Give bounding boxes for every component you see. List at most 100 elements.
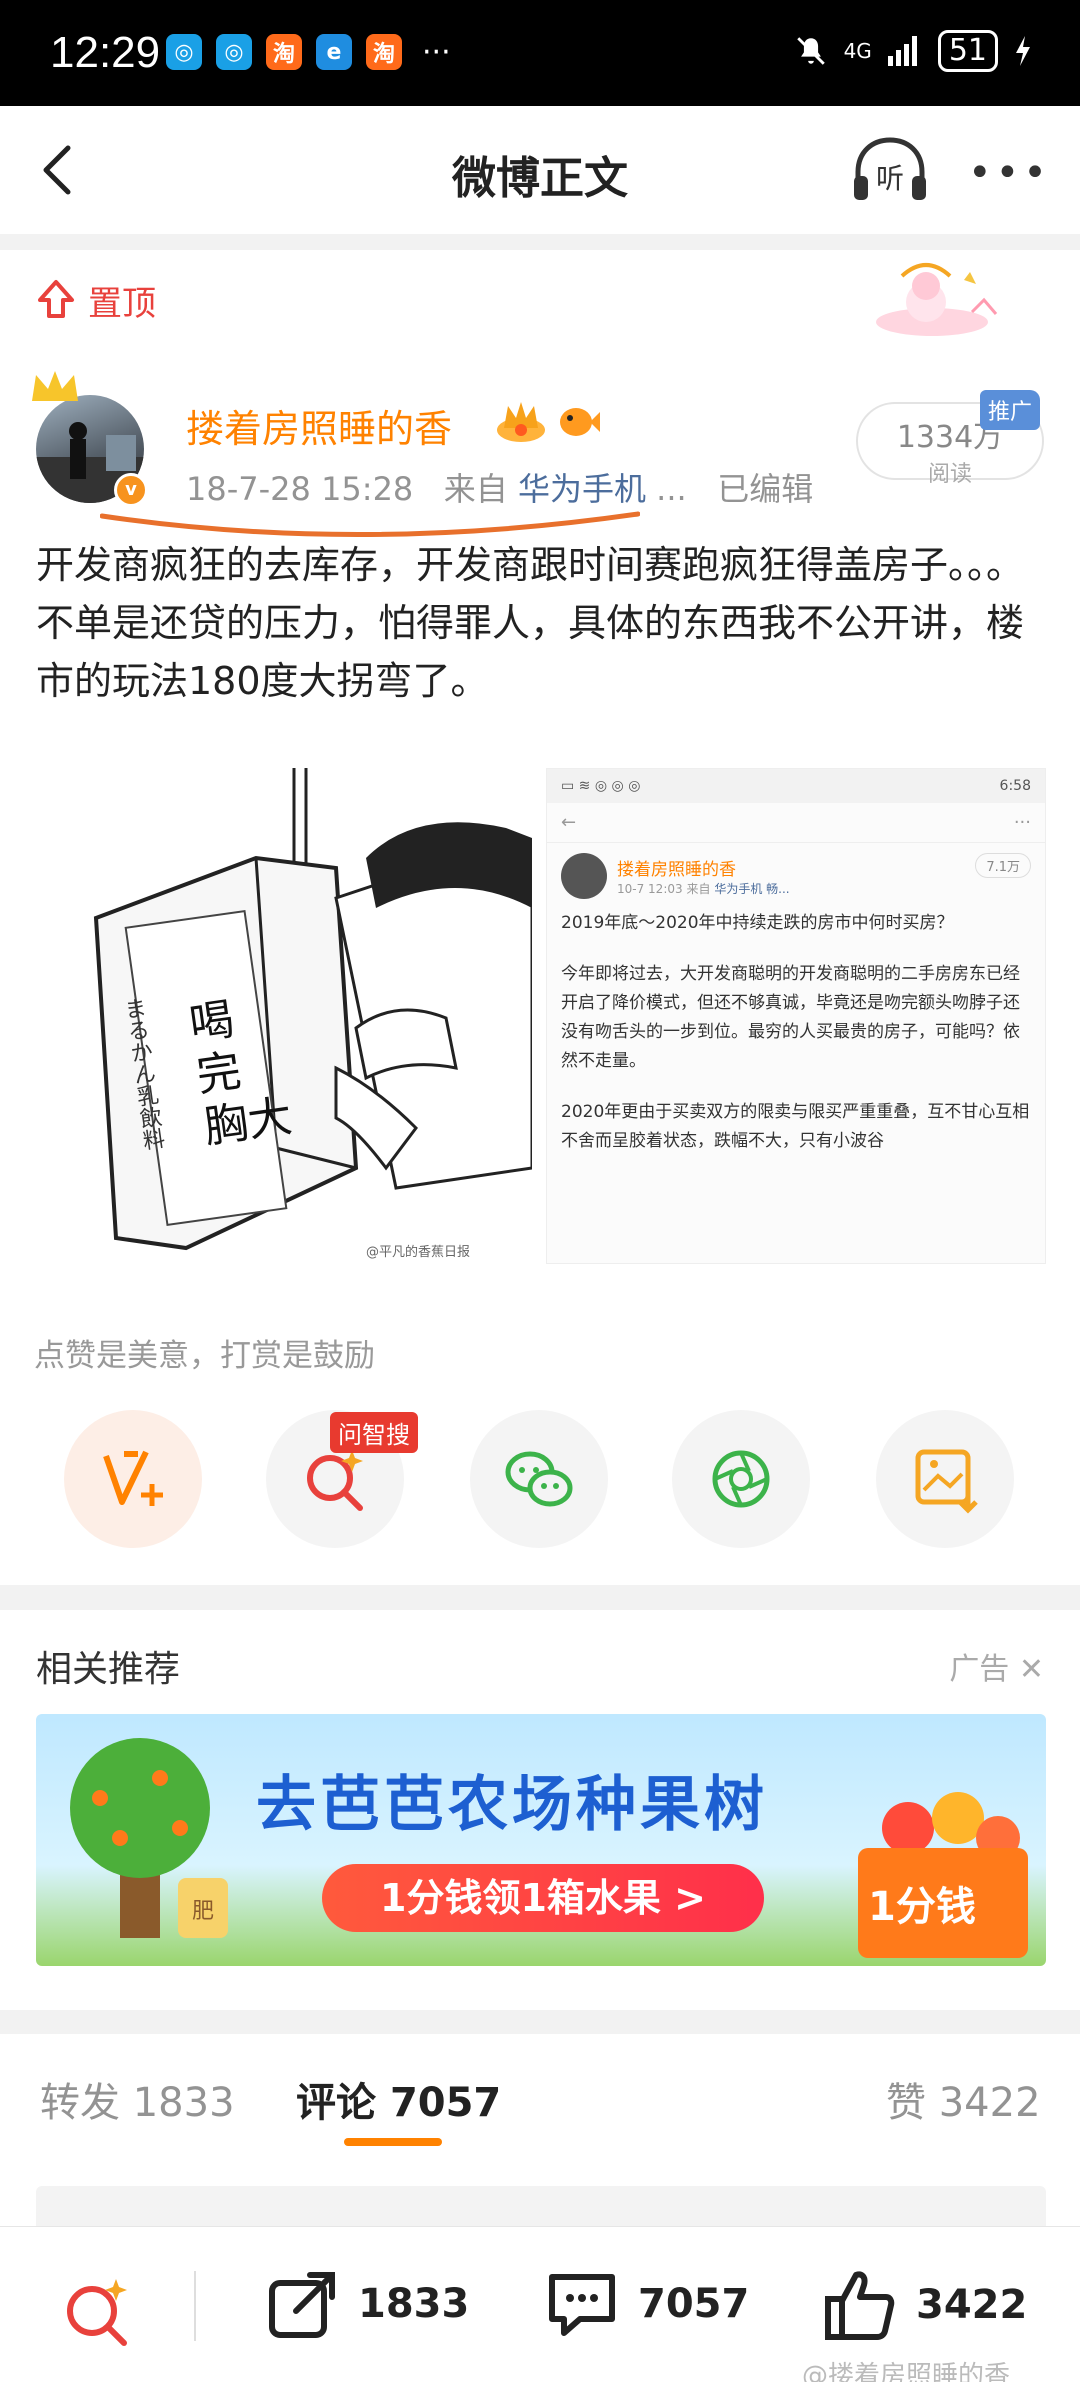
section-gap (0, 234, 1080, 250)
share-moments-button[interactable] (672, 1410, 810, 1548)
browser-icon: e (316, 34, 352, 70)
post-image-manga[interactable]: 喝完胸大 まるかん乳飲料 @平凡的香蕉日报 (36, 768, 532, 1264)
related-title: 相关推荐 (36, 1649, 181, 1690)
inner-more-icon: ··· (1013, 812, 1031, 833)
promote-tag[interactable]: 推广 (980, 390, 1041, 430)
crown-icon (32, 371, 78, 401)
verified-badge-icon: v (114, 473, 148, 507)
like-count: 3422 (916, 2282, 1028, 2328)
post-date: 18-7-28 15:28 (186, 470, 414, 508)
comment-count: 7057 (638, 2281, 750, 2327)
related-recommend: 相关推荐 广告 ✕ 肥 去芭芭农场种果树 1分钱领1箱水果 > 1分钱 (0, 1610, 1080, 2010)
charging-icon (1016, 36, 1030, 66)
inner-user-row: 搂着房照睡的香 10-7 12:03 来自 华为手机 畅... 7.1万 (547, 843, 1045, 903)
post-source-ellipsis: ... (656, 470, 687, 508)
pinned-label: 置顶 (88, 284, 156, 324)
status-bar: 12:29 ◎ ◎ 淘 e 淘 ··· 4G 51 (0, 0, 1080, 106)
reward-button[interactable] (64, 1410, 202, 1548)
status-right: 4G 51 (794, 30, 1032, 72)
share-wechat-button[interactable] (470, 1410, 608, 1548)
baidu-netdisk-icon: ◎ (166, 34, 202, 70)
post-from-prefix: 来自 (443, 470, 508, 508)
comment-bubble-icon (549, 2274, 615, 2336)
repost-share-icon (269, 2272, 335, 2338)
listen-label: 听 (876, 162, 904, 195)
section-gap (0, 2010, 1080, 2034)
moments-icon (712, 1450, 770, 1508)
taobao-icon: 淘 (266, 34, 302, 70)
close-icon[interactable]: ✕ (1019, 1652, 1044, 1687)
pin-top-icon (38, 280, 74, 318)
tab-active-indicator (344, 2138, 442, 2146)
member-crown-icon[interactable] (494, 400, 548, 444)
network-label: 4G (843, 39, 872, 63)
taobao-icon: 淘 (366, 34, 402, 70)
post-text-line: 不单是还贷的压力，怕得罪人，具体的东西我不公开讲，楼市的玩法180度大拐弯了。 (36, 601, 1025, 703)
ad-banner[interactable]: 肥 去芭芭农场种果树 1分钱领1箱水果 > 1分钱 (36, 1714, 1046, 1966)
baidu-netdisk-icon: ◎ (216, 34, 252, 70)
divider (194, 2271, 196, 2341)
save-picture-icon (915, 1449, 978, 1514)
status-time: 12:29 (50, 28, 161, 77)
weibo-post: v 搂着房照睡的香 18-7-28 15:28 来自 华为手机 ... 已编辑 … (0, 350, 1080, 1585)
save-image-button[interactable] (876, 1410, 1014, 1548)
banner-title: 去芭芭农场种果树 (256, 1770, 768, 1840)
status-more: ··· (422, 34, 451, 70)
author-avatar[interactable]: v (32, 371, 148, 507)
comment-button[interactable]: 7057 (544, 2267, 749, 2341)
ad-label[interactable]: 广告 ✕ (949, 1644, 1044, 1688)
post-image-screenshot[interactable]: ▭ ≋ ◎ ◎ ◎ 6:58 ← ··· 搂着房照睡的香 10-7 12:03 … (546, 768, 1046, 1264)
manga-drawing: 喝完胸大 まるかん乳飲料 @平凡的香蕉日报 (36, 768, 532, 1264)
thumbs-up-icon (825, 2271, 895, 2340)
author-name[interactable]: 搂着房照睡的香 (186, 398, 452, 453)
read-label: 阅读 (927, 462, 972, 487)
fertilizer-label: 肥 (192, 1899, 214, 1924)
battery-indicator: 51 (937, 30, 998, 72)
repost-count: 1833 (358, 2281, 470, 2327)
section-gap (0, 2156, 1080, 2186)
post-meta: 18-7-28 15:28 来自 华为手机 ... 已编辑 (186, 464, 813, 510)
signal-icon (887, 36, 917, 66)
wechat-icon (505, 1451, 573, 1507)
inner-reads: 7.1万 (975, 853, 1031, 878)
tab-comment[interactable]: 评论 7057 (296, 2070, 501, 2128)
pinned-bar: 置顶 (0, 250, 1080, 350)
top-nav-bar: 微博正文 听 ••• (0, 106, 1080, 234)
more-menu-button[interactable]: ••• (968, 150, 1051, 196)
banner-box-text: 1分钱 (868, 1884, 976, 1930)
listen-headphone-icon[interactable]: 听 (850, 136, 930, 206)
action-buttons-row: 问智搜 (0, 1410, 1080, 1550)
banner-cta-button[interactable]: 1分钱领1箱水果 > (322, 1864, 764, 1932)
reward-hint: 点赞是美意，打赏是鼓励 (34, 1338, 375, 1374)
fruit-tree-icon: 肥 (70, 1738, 228, 1938)
weibo-watermark: @搂着房照睡的香 (802, 2361, 1011, 2382)
image-watermark: @平凡的香蕉日报 (366, 1244, 470, 1260)
v-plus-icon (103, 1450, 163, 1506)
post-text-line: 开发商疯狂的去库存，开发商跟时间赛跑疯狂得盖房子。。。 (36, 543, 1025, 587)
tab-repost[interactable]: 转发 1833 (40, 2070, 235, 2128)
inner-time: 6:58 (999, 778, 1031, 794)
inner-nav: ← ··· (547, 803, 1045, 843)
cartoon-decoration-icon (876, 263, 998, 336)
section-gap (0, 1585, 1080, 1610)
post-content: 开发商疯狂的去库存，开发商跟时间赛跑疯狂得盖房子。。。 不单是还贷的压力，怕得罪… (36, 536, 1046, 710)
inner-avatar (561, 853, 607, 899)
like-button[interactable]: 3422 (822, 2267, 1027, 2343)
ai-search-tag: 问智搜 (330, 1412, 418, 1453)
status-app-icons: ◎ ◎ 淘 e 淘 ··· (166, 34, 451, 70)
interaction-tabs: 转发 1833 评论 7057 赞 3422 (0, 2034, 1080, 2156)
inner-back-icon: ← (561, 812, 577, 833)
inner-status-bar: ▭ ≋ ◎ ◎ ◎ 6:58 (547, 769, 1045, 803)
weibo-detail-page: 12:29 ◎ ◎ 淘 e 淘 ··· 4G 51 微博正文 听 ••• 置顶 … (0, 0, 1080, 2382)
bottom-action-bar: 1833 7057 3422 @搂着房照睡的香 (0, 2226, 1080, 2382)
search-sparkle-icon (307, 1450, 363, 1511)
inner-username: 搂着房照睡的香 (617, 860, 736, 880)
post-edited-label: 已编辑 (717, 470, 814, 508)
post-source-link[interactable]: 华为手机 (518, 470, 646, 508)
tab-like[interactable]: 赞 3422 (886, 2070, 1041, 2128)
mute-bell-icon (796, 37, 825, 65)
inner-text: 2019年底～2020年中持续走跌的房市中何时买房？ 今年即将过去，大开发商聪明… (561, 913, 1030, 1151)
repost-button[interactable]: 1833 (266, 2267, 469, 2341)
ai-search-icon[interactable] (60, 2273, 136, 2349)
fish-badge-icon[interactable] (556, 402, 600, 442)
